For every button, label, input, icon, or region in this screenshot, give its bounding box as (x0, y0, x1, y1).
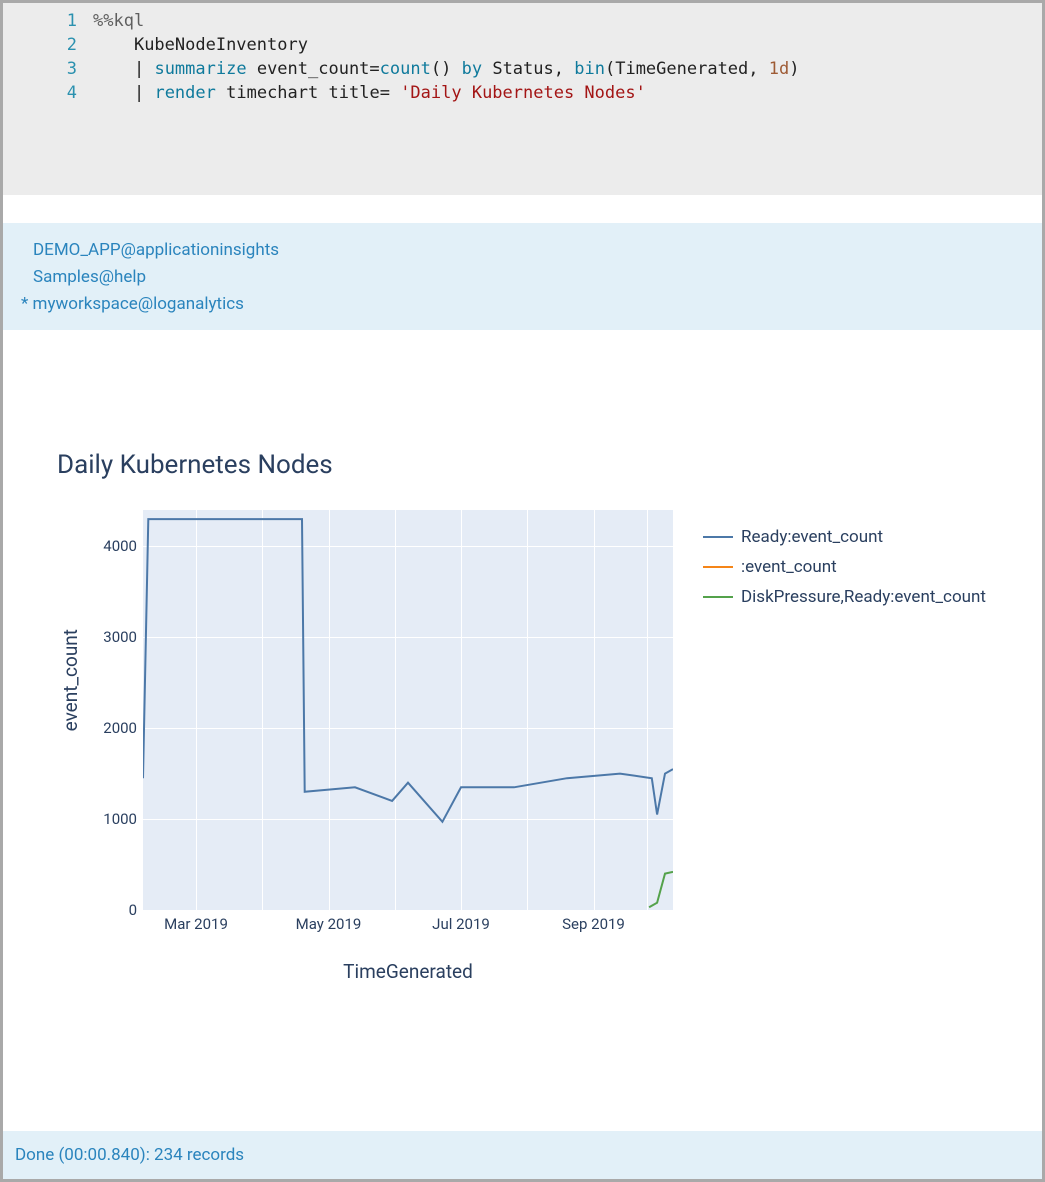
code-line[interactable]: KubeNodeInventory (93, 33, 308, 57)
chart-title: Daily Kubernetes Nodes (57, 450, 1022, 480)
line-number: 4 (3, 81, 93, 105)
chart-legend[interactable]: Ready:event_count :event_count DiskPressur… (703, 510, 986, 612)
legend-label: :event_count (741, 557, 837, 577)
y-axis-label: event_count (53, 629, 88, 731)
legend-item[interactable]: Ready:event_count (703, 522, 986, 552)
legend-item[interactable]: DiskPressure,Ready:event_count (703, 582, 986, 612)
y-tick: 1000 (103, 810, 137, 828)
y-tick: 2000 (103, 719, 137, 737)
legend-swatch (703, 536, 733, 538)
x-tick: Sep 2019 (562, 915, 625, 933)
legend-label: DiskPressure,Ready:event_count (741, 587, 986, 607)
workspace-item[interactable]: Samples@help (7, 264, 1038, 291)
workspace-panel: DEMO_APP@applicationinsightsSamples@help… (3, 223, 1042, 330)
plot-area[interactable] (143, 510, 673, 910)
code-line[interactable]: %%kql (93, 9, 144, 33)
code-cell[interactable]: 1%%kql2 KubeNodeInventory3 | summarize e… (3, 3, 1042, 195)
legend-swatch (703, 566, 733, 568)
chart-output: Daily Kubernetes Nodes event_count 0 1000… (3, 330, 1042, 1040)
workspace-item[interactable]: * myworkspace@loganalytics (7, 291, 1038, 318)
line-number: 3 (3, 57, 93, 81)
line-number: 2 (3, 33, 93, 57)
legend-swatch (703, 596, 733, 598)
status-bar: Done (00:00.840): 234 records (3, 1131, 1042, 1179)
code-line[interactable]: | summarize event_count=count() by Statu… (93, 57, 800, 81)
y-tick: 0 (129, 901, 137, 919)
x-tick: Mar 2019 (164, 915, 228, 933)
code-line[interactable]: | render timechart title= 'Daily Kuberne… (93, 81, 646, 105)
legend-label: Ready:event_count (741, 527, 883, 547)
x-axis-label: TimeGenerated (143, 960, 673, 983)
y-tick: 4000 (103, 537, 137, 555)
x-tick: Jul 2019 (432, 915, 490, 933)
x-tick: May 2019 (296, 915, 362, 933)
legend-item[interactable]: :event_count (703, 552, 986, 582)
workspace-item[interactable]: DEMO_APP@applicationinsights (7, 237, 1038, 264)
y-axis-ticks: 01000200030004000 (88, 510, 143, 910)
series-line (143, 510, 673, 910)
line-number: 1 (3, 9, 93, 33)
y-tick: 3000 (103, 628, 137, 646)
